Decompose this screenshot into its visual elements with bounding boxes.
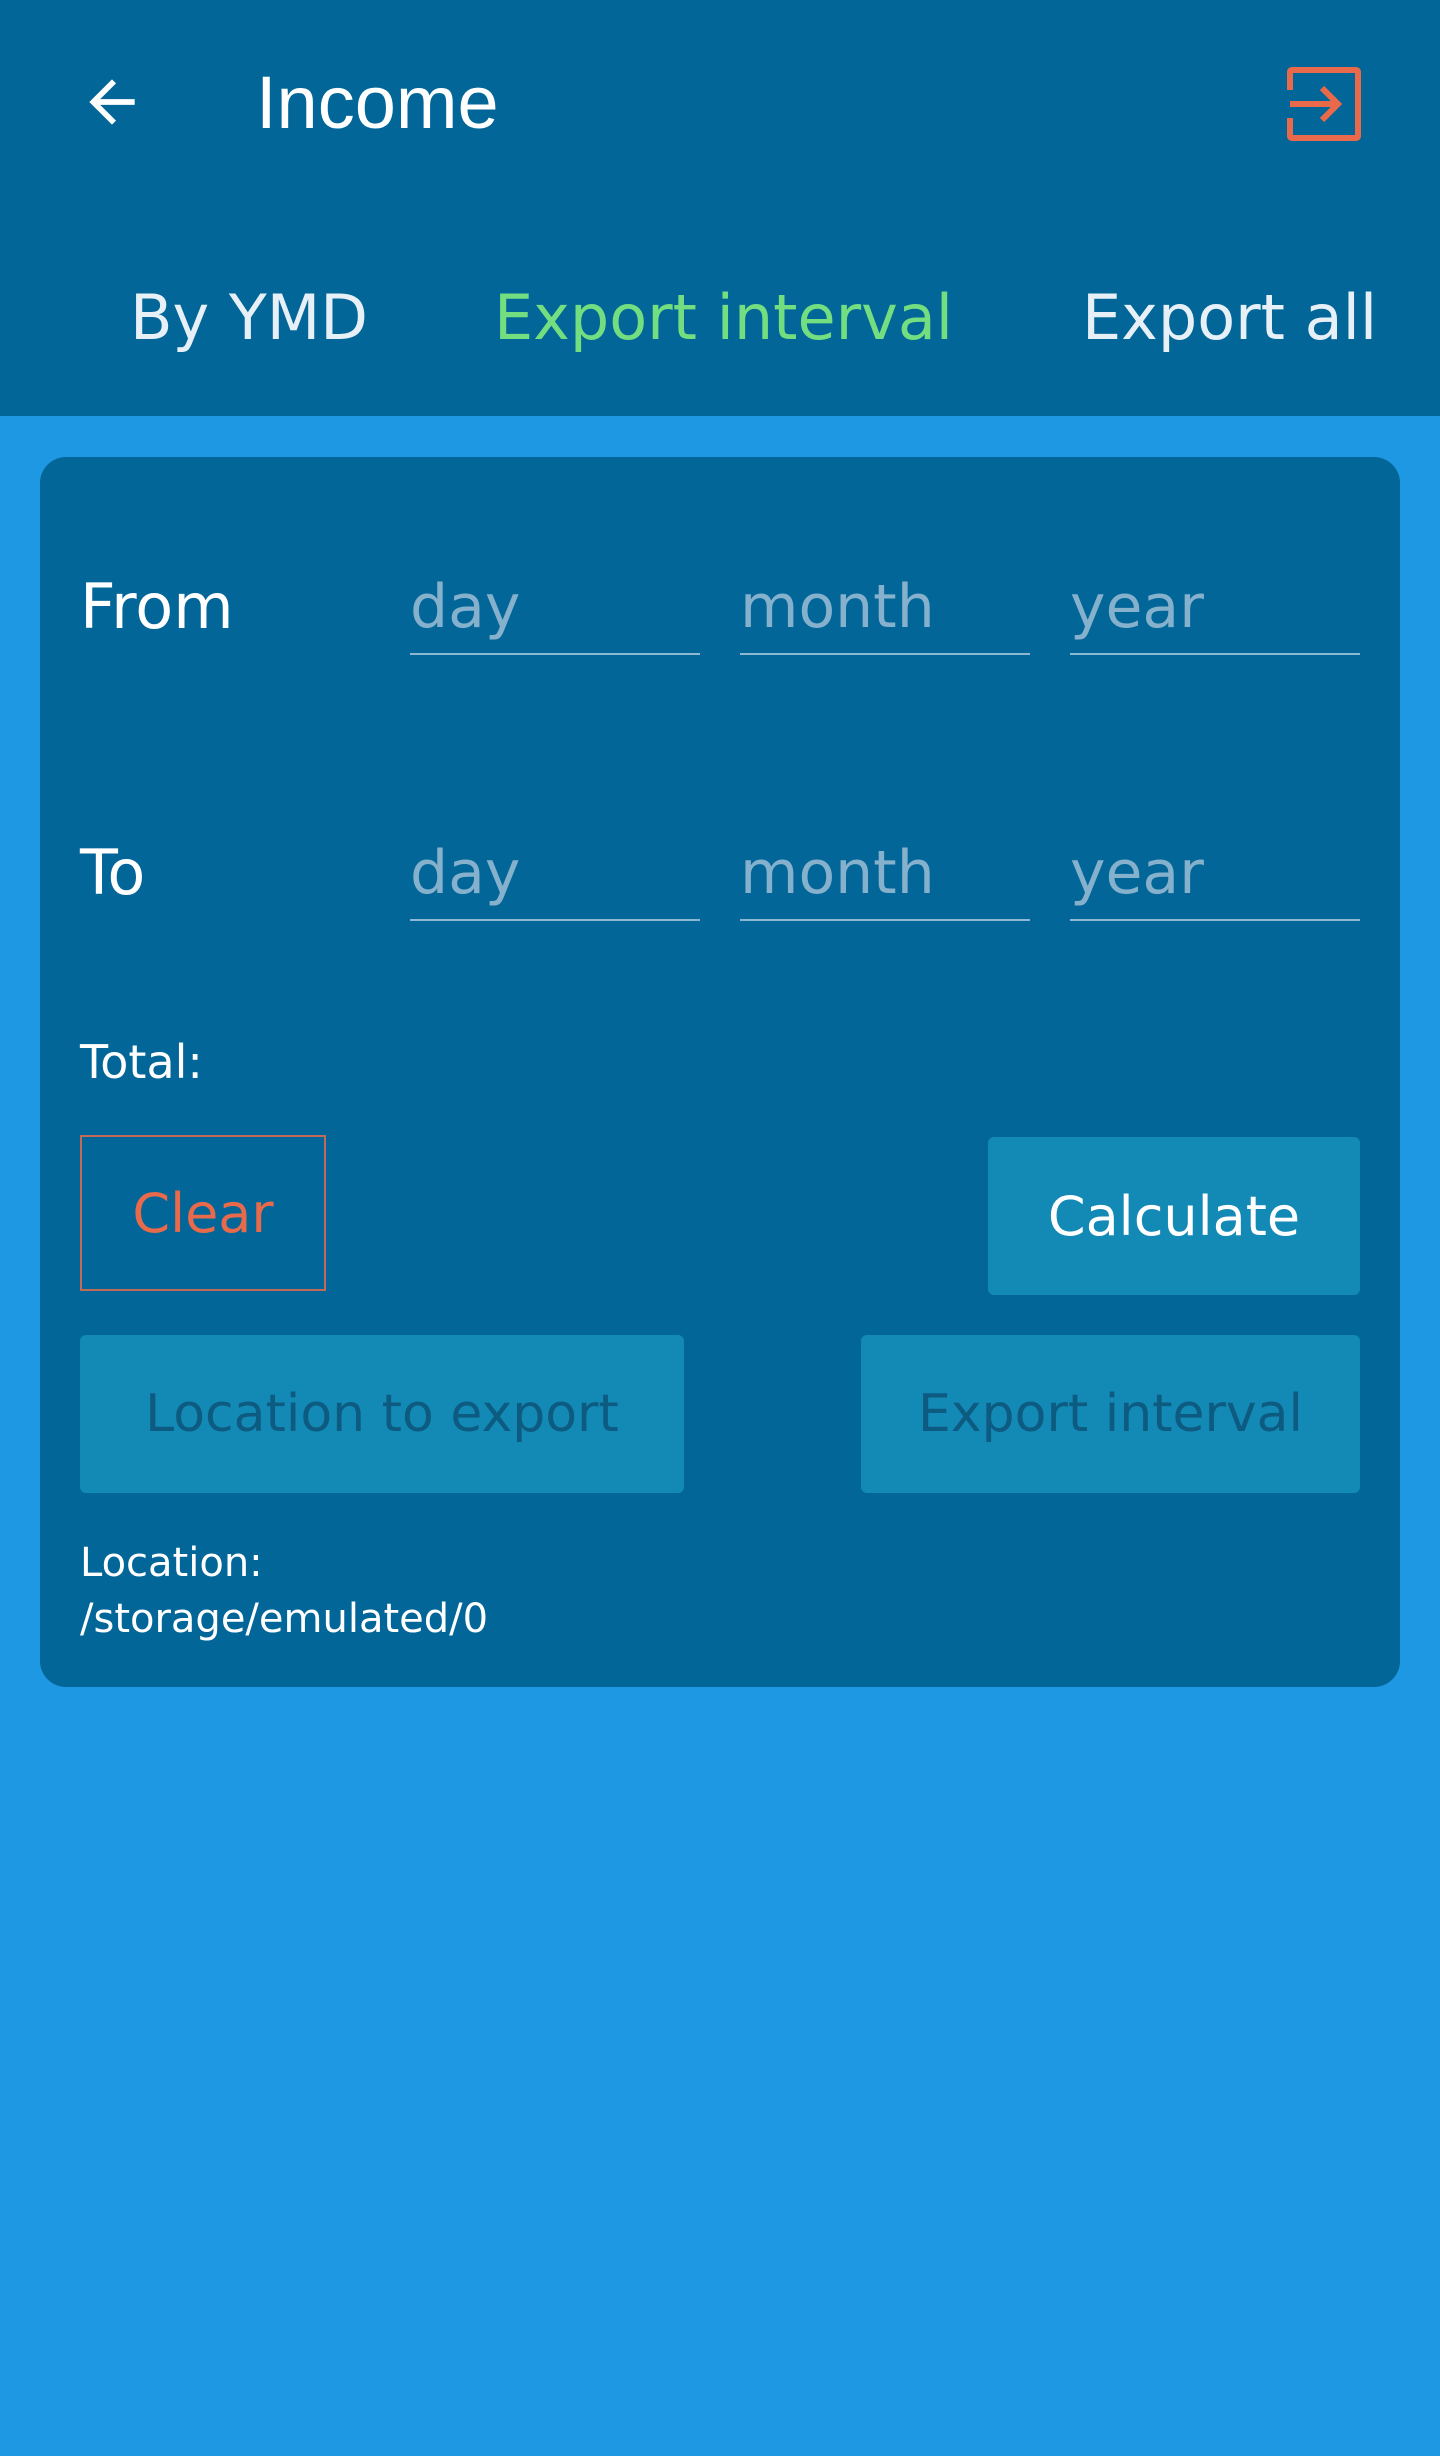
back-button[interactable] — [72, 62, 152, 142]
app-bar: Income By YMD Export interval Export all — [0, 0, 1440, 416]
clear-button[interactable]: Clear — [80, 1135, 326, 1291]
from-month-field[interactable] — [740, 561, 1030, 655]
tab-by-ymd[interactable]: By YMD — [130, 270, 368, 366]
tab-bar: By YMD Export interval Export all — [0, 270, 1440, 366]
login-arrow-icon — [1287, 67, 1361, 141]
total-label: Total: — [80, 1035, 203, 1089]
location-label: Location: — [80, 1540, 263, 1586]
to-month-field[interactable] — [740, 827, 1030, 921]
tab-export-interval[interactable]: Export interval — [494, 270, 953, 366]
export-button[interactable] — [1282, 62, 1366, 146]
calculate-button[interactable]: Calculate — [988, 1137, 1360, 1295]
to-year-field[interactable] — [1070, 827, 1360, 921]
from-year-field[interactable] — [1070, 561, 1360, 655]
page-title: Income — [256, 61, 499, 144]
location-path: /storage/emulated/0 — [80, 1596, 489, 1642]
tab-export-all[interactable]: Export all — [1082, 270, 1377, 366]
arrow-left-icon — [89, 79, 135, 125]
to-label: To — [80, 836, 146, 909]
export-interval-button[interactable]: Export interval — [861, 1335, 1360, 1493]
export-interval-card: From To Total: Clear Calculate Location … — [40, 457, 1400, 1687]
to-day-field[interactable] — [410, 827, 700, 921]
from-day-field[interactable] — [410, 561, 700, 655]
from-label: From — [80, 570, 234, 643]
location-to-export-button[interactable]: Location to export — [80, 1335, 684, 1493]
